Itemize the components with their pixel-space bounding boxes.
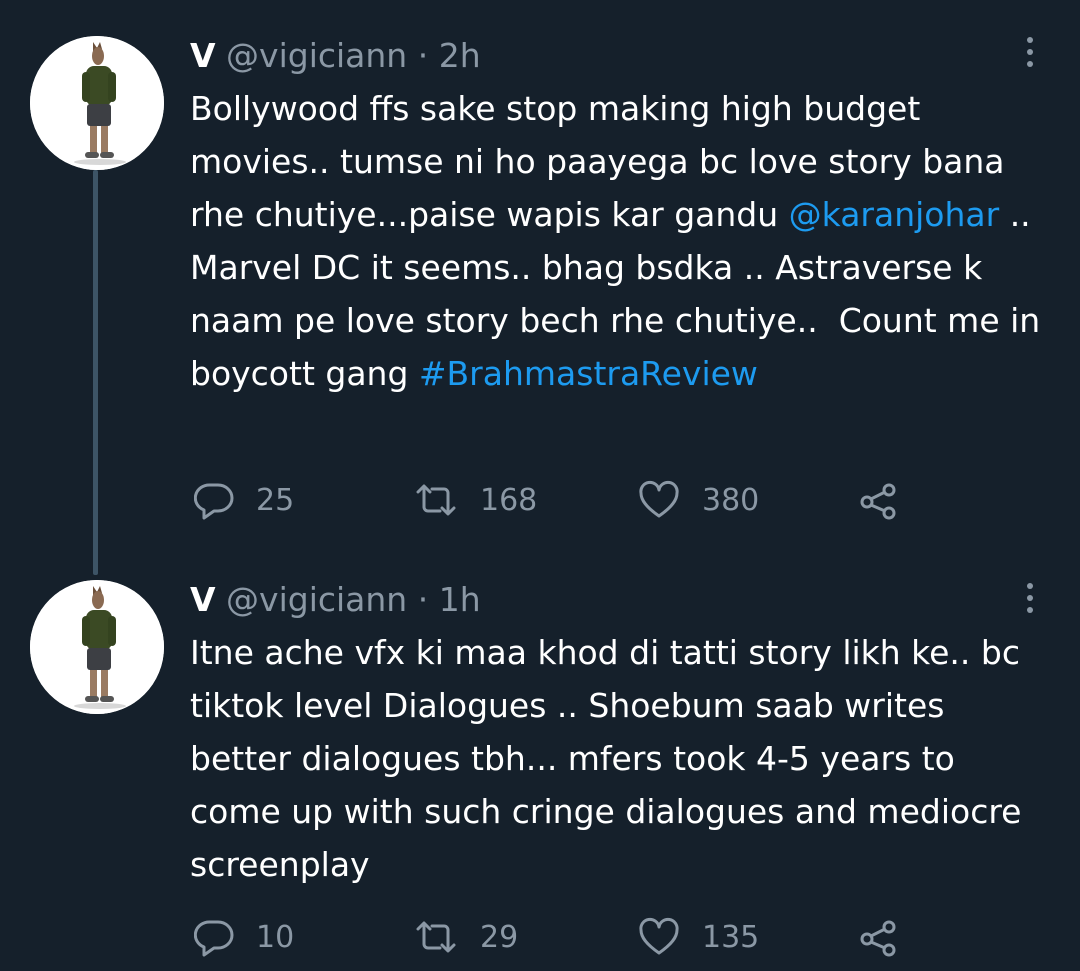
retweet-button[interactable]: 29: [414, 915, 518, 959]
reply-icon: [194, 920, 234, 957]
share-button[interactable]: [858, 915, 898, 959]
separator-dot: ·: [417, 36, 429, 75]
display-name[interactable]: V: [190, 580, 216, 619]
reply-count: 25: [256, 482, 295, 518]
reply-button[interactable]: 25: [194, 478, 294, 522]
reply-icon: [194, 483, 234, 520]
more-vertical-icon[interactable]: [1012, 578, 1048, 618]
like-button[interactable]: 135: [638, 915, 759, 959]
tweet-header: V @vigiciann · 2h: [190, 36, 481, 76]
hashtag-link[interactable]: #BrahmastraReview: [419, 354, 758, 393]
more-vertical-icon[interactable]: [1012, 32, 1048, 72]
heart-icon: [639, 480, 679, 518]
like-button[interactable]: 380: [638, 478, 759, 522]
retweet-count: 29: [480, 919, 519, 955]
retweet-icon: [416, 921, 456, 953]
reply-button[interactable]: 10: [194, 915, 294, 959]
user-handle[interactable]: @vigiciann: [226, 580, 407, 619]
mention-link[interactable]: @karanjohar: [789, 195, 1000, 234]
tweet-thread: V @vigiciann · 2h Bollywood ffs sake sto…: [0, 0, 1080, 971]
tweet-text: Bollywood ffs sake stop making high budg…: [190, 82, 1050, 400]
tweet-actions: 25 168 380: [190, 478, 1050, 522]
like-count: 135: [702, 919, 760, 955]
share-button[interactable]: [858, 478, 898, 522]
retweet-count: 168: [480, 482, 538, 518]
reply-count: 10: [256, 919, 295, 955]
user-handle[interactable]: @vigiciann: [226, 36, 407, 75]
share-icon: [860, 483, 896, 520]
timestamp[interactable]: 2h: [439, 36, 481, 75]
retweet-button[interactable]: 168: [414, 478, 537, 522]
tweet-text: Itne ache vfx ki maa khod di tatti story…: [190, 633, 1032, 884]
avatar[interactable]: [30, 580, 164, 714]
retweet-icon: [416, 484, 456, 516]
separator-dot: ·: [417, 580, 429, 619]
tweet-header: V @vigiciann · 1h: [190, 580, 481, 620]
share-icon: [860, 920, 896, 957]
heart-icon: [639, 917, 679, 955]
timestamp[interactable]: 1h: [439, 580, 481, 619]
display-name[interactable]: V: [190, 36, 216, 75]
avatar[interactable]: [30, 36, 164, 170]
like-count: 380: [702, 482, 760, 518]
tweet-actions: 10 29 135: [190, 915, 1050, 959]
thread-connector-line: [93, 170, 98, 575]
